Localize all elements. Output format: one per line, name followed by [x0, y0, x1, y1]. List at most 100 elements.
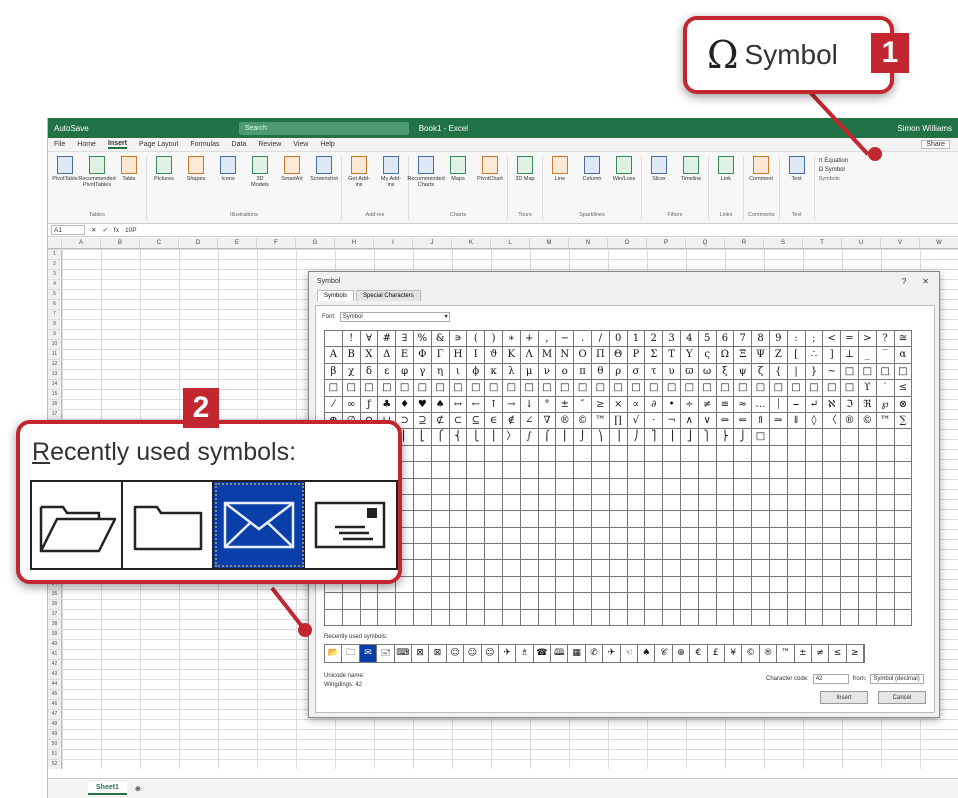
symbol-cell[interactable]: ∍ — [449, 331, 468, 348]
symbol-cell[interactable]: ⇒ — [769, 412, 788, 430]
symbol-cell[interactable]: © — [574, 412, 592, 430]
symbol-cell[interactable] — [485, 576, 503, 594]
symbol-cell[interactable] — [894, 560, 913, 577]
column-header[interactable]: T — [803, 238, 842, 248]
recent-symbol-cell[interactable]: ® — [760, 645, 778, 662]
column-header[interactable]: W — [920, 238, 958, 248]
symbol-cell[interactable]: ∇ — [538, 412, 557, 430]
symbol-cell[interactable]: ≤ — [894, 380, 913, 397]
menu-view[interactable]: View — [293, 141, 308, 148]
symbol-cell[interactable] — [574, 527, 592, 545]
symbol-cell[interactable] — [876, 429, 895, 446]
symbol-cell[interactable] — [858, 429, 877, 446]
pictures-button[interactable]: Pictures — [151, 156, 177, 182]
symbol-cell[interactable] — [431, 478, 450, 495]
symbol-cell[interactable] — [716, 511, 735, 528]
symbol-cell[interactable]: ∧ — [680, 412, 699, 430]
symbol-cell[interactable] — [413, 576, 432, 594]
symbol-cell[interactable] — [502, 527, 521, 545]
symbol-cell[interactable]: □ — [680, 380, 699, 397]
symbol-cell[interactable]: ∉ — [502, 412, 521, 430]
autosave-label[interactable]: AutoSave — [54, 124, 89, 133]
symbol-cell[interactable] — [876, 576, 895, 594]
symbol-cell[interactable]: ⁄ — [325, 396, 343, 413]
symbol-cell[interactable]: □ — [716, 380, 735, 397]
symbol-cell[interactable]: □ — [752, 380, 770, 397]
column-header[interactable]: B — [101, 238, 140, 248]
symbol-cell[interactable] — [574, 462, 592, 479]
symbol-cell[interactable] — [431, 609, 450, 627]
symbol-cell[interactable] — [449, 576, 468, 594]
symbol-cell[interactable]: × — [609, 396, 628, 413]
column-header[interactable]: F — [257, 238, 296, 248]
symbol-cell[interactable]: ← — [467, 396, 486, 413]
symbol-cell[interactable] — [645, 544, 664, 561]
symbol-cell[interactable]: Ε — [396, 347, 414, 364]
symbol-cell[interactable] — [716, 609, 735, 627]
column-header[interactable]: U — [842, 238, 881, 248]
symbol-cell[interactable] — [538, 576, 557, 594]
symbol-cell[interactable] — [538, 462, 557, 479]
symbol-cell[interactable] — [609, 462, 628, 479]
symbol-cell[interactable]: □ — [538, 380, 557, 397]
symbol-cell[interactable] — [680, 576, 699, 594]
symbol-cell[interactable] — [520, 494, 539, 512]
symbol-cell[interactable] — [823, 609, 842, 627]
symbol-cell[interactable]: • — [663, 396, 681, 413]
symbol-cell[interactable]: ⌡ — [574, 429, 592, 446]
symbol-cell[interactable] — [805, 429, 824, 446]
symbol-cell[interactable] — [556, 593, 575, 610]
symbol-cell[interactable] — [556, 462, 575, 479]
symbol-cell[interactable] — [502, 478, 521, 495]
symbol-cell[interactable] — [431, 445, 450, 463]
column-header[interactable]: C — [140, 238, 179, 248]
symbol-cell[interactable]: 1 — [627, 331, 646, 348]
symbol-cell[interactable] — [680, 462, 699, 479]
symbol-cell[interactable] — [805, 576, 824, 594]
symbol-cell[interactable] — [663, 445, 681, 463]
symbol-cell[interactable] — [805, 511, 824, 528]
symbol-cell[interactable]: ο — [556, 363, 575, 381]
symbol-cell[interactable] — [841, 462, 859, 479]
symbol-cell[interactable] — [431, 560, 450, 577]
symbol-cell[interactable] — [876, 527, 895, 545]
symbol-cell[interactable] — [627, 609, 646, 627]
column-header[interactable]: R — [725, 238, 764, 248]
symbol-cell[interactable] — [413, 560, 432, 577]
symbol-cell[interactable]: | — [787, 363, 806, 381]
win-loss-button[interactable]: Win/Loss — [611, 156, 637, 182]
symbol-cell[interactable] — [556, 494, 575, 512]
symbol-cell[interactable] — [538, 527, 557, 545]
symbol-cell[interactable]: ; — [805, 331, 824, 348]
symbol-cell[interactable] — [591, 445, 610, 463]
symbol-cell[interactable] — [734, 462, 753, 479]
symbol-cell[interactable]: ∀ — [360, 331, 379, 348]
symbol-cell[interactable] — [787, 494, 806, 512]
symbol-cell[interactable] — [574, 560, 592, 577]
recent-symbol-cell[interactable]: € — [690, 645, 708, 662]
recent-symbol-cell[interactable]: ≠ — [812, 645, 830, 662]
symbol-cell[interactable]: ⎞ — [591, 429, 610, 446]
recent-symbol-cell[interactable]: 📂 — [325, 645, 343, 662]
symbol-cell[interactable]: □ — [574, 380, 592, 397]
symbol-cell[interactable] — [645, 494, 664, 512]
symbol-cell[interactable]: ν — [538, 363, 557, 381]
symbol-cell[interactable]: 〈 — [823, 412, 842, 430]
recent-symbol-cell[interactable]: ⊠ — [412, 645, 430, 662]
symbol-cell[interactable] — [485, 445, 503, 463]
symbol-cell[interactable]: # — [378, 331, 397, 348]
symbol-cell[interactable] — [467, 511, 486, 528]
symbol-cell[interactable] — [663, 609, 681, 627]
symbol-cell[interactable] — [396, 609, 414, 627]
symbol-cell[interactable] — [734, 593, 753, 610]
symbol-cell[interactable] — [769, 609, 788, 627]
symbol-cell[interactable]: Σ — [645, 347, 664, 364]
symbol-cell[interactable] — [805, 445, 824, 463]
symbol-cell[interactable]: □ — [396, 380, 414, 397]
symbol-cell[interactable]: ⎪ — [485, 429, 503, 446]
symbol-cell[interactable]: ⇑ — [752, 412, 770, 430]
symbol-cell[interactable]: ⇐ — [734, 412, 753, 430]
envelope-icon[interactable] — [214, 482, 305, 568]
symbol-cell[interactable]: χ — [342, 363, 361, 381]
cancel-icon[interactable]: ✕ — [91, 226, 96, 234]
